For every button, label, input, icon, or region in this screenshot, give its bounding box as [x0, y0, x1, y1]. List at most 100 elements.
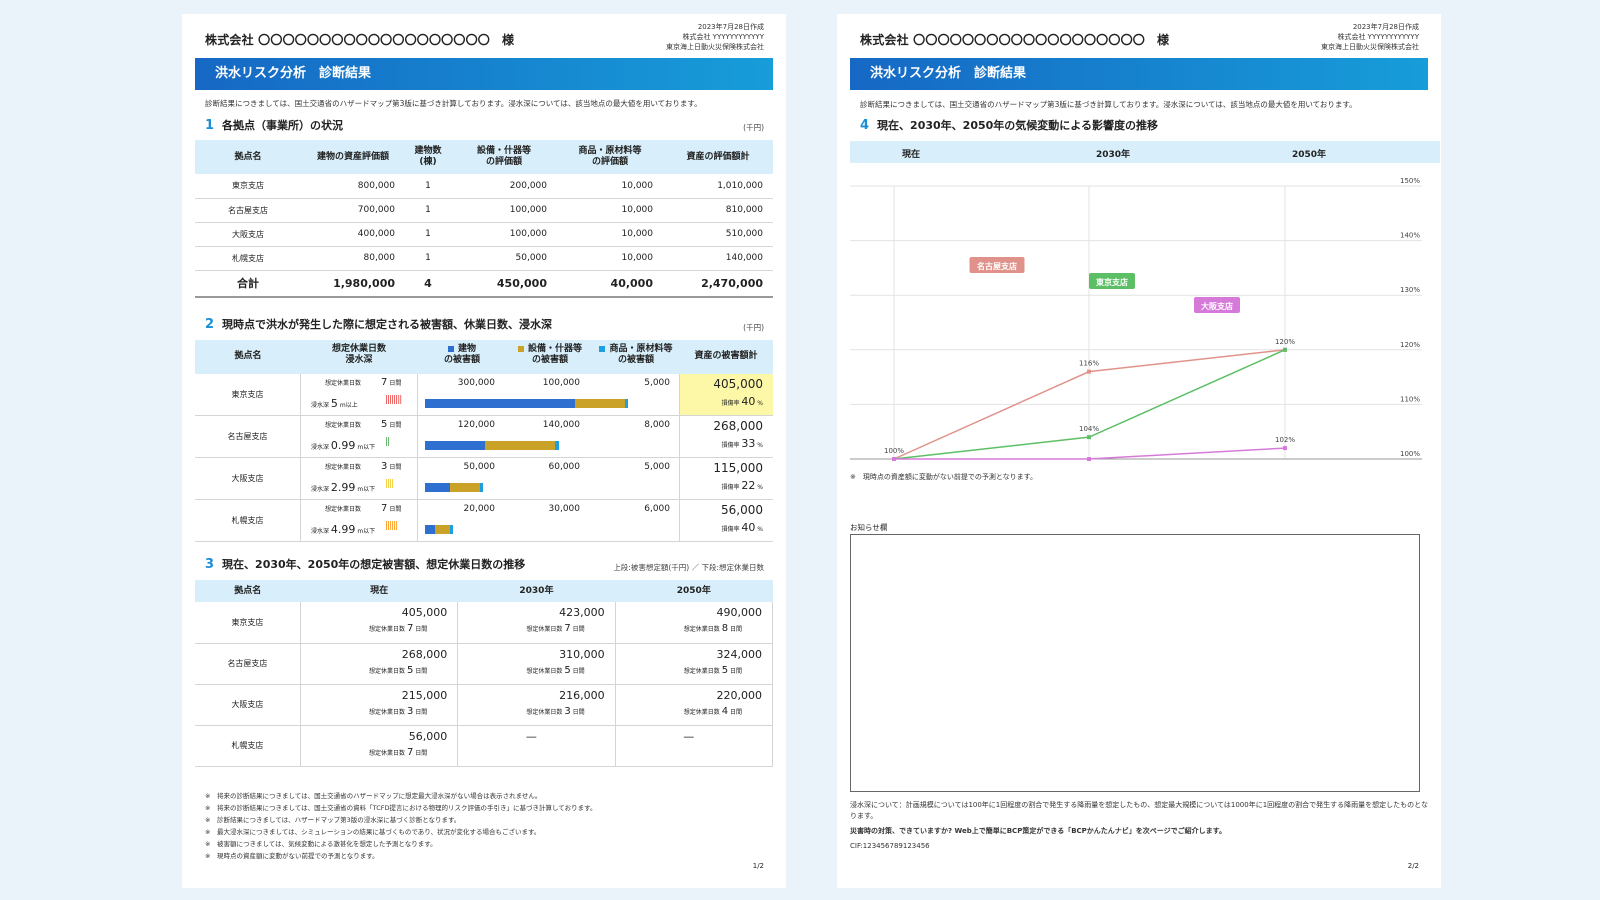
- closure-days: 想定休業日数 5 日間: [683, 664, 742, 676]
- closure-days: 想定休業日数 7 日間: [369, 623, 428, 634]
- trend-cell: 423,000 想定休業日数 7 日間: [457, 602, 616, 644]
- issuer-block: 2023年7月28日作成 株式会社 YYYYYYYYYYYY 東京海上日動火災保…: [1321, 22, 1419, 52]
- intro-text: 診断結果につきましては、国土交通省のハザードマップ第3版に基づき計算しております…: [205, 99, 702, 108]
- series-name: 東京支店: [1096, 277, 1128, 287]
- note-item: ※ 診断結果につきましては、ハザードマップ第3版の浸水深に基づく診断となります。: [205, 816, 461, 824]
- table-cell: 1,010,000: [663, 174, 773, 199]
- report-page-2: 株式会社 〇〇〇〇〇〇〇〇〇〇〇〇〇〇〇〇〇〇〇様 2023年7月28日作成 株…: [837, 14, 1441, 888]
- damage-amount: 56,000: [408, 729, 448, 743]
- column-header: 2050年: [615, 580, 773, 602]
- table-cell: 80,000: [301, 246, 405, 271]
- damage-amount: 490,000: [716, 606, 763, 619]
- section-2-title: 2 現時点で洪水が発生した際に想定される被害額、休業日数、浸水深: [205, 317, 553, 332]
- section-1-unit: (千円): [743, 123, 764, 132]
- column-header: 商品・原材料等 の被害額: [593, 344, 679, 366]
- damage-rate: 損傷率 40 %: [721, 395, 763, 408]
- trend-cell: 220,000 想定休業日数 4 日間: [615, 684, 774, 726]
- data-label: 104%: [1079, 425, 1099, 433]
- damage-amount: 215,000: [401, 688, 448, 702]
- total-amount: 56,000: [721, 503, 763, 517]
- damage-total: 405,000 損傷率 40 %: [679, 374, 773, 415]
- chart-col-2050: 2050年: [1292, 150, 1327, 160]
- closure-days: 想定休業日数 5 日間: [325, 419, 402, 430]
- damage-bar-bldg: [425, 483, 450, 492]
- closure-days: 想定休業日数 7 日間: [369, 746, 428, 758]
- table-row: 東京支店 800,000 1 200,000 10,000 1,010,000: [195, 174, 773, 199]
- damage-rate: 損傷率 40 %: [721, 521, 763, 534]
- table-cell: 1: [405, 198, 451, 223]
- issuer-name: 株式会社 YYYYYYYYYYYY: [682, 33, 764, 41]
- branch-name: 東京支店: [195, 602, 301, 644]
- damage-bar-goods: [625, 399, 628, 408]
- column-header: 商品・原材料等 の評価額: [557, 140, 663, 174]
- table-cell: 100,000: [451, 198, 557, 223]
- damage-bar-goods: [450, 525, 453, 534]
- note-item: ※ 被害額につきましては、気候変動による激甚化を想定した予測となります。: [205, 840, 437, 848]
- damage-amount: —: [525, 729, 537, 743]
- y-tick-label: 140%: [1400, 232, 1420, 240]
- branch-name: 大阪支店: [195, 458, 301, 500]
- y-tick-label: 110%: [1400, 395, 1420, 403]
- damage-bar-equip: [450, 483, 480, 492]
- equipment-damage: 140,000: [542, 420, 580, 430]
- table-row: 札幌支店 80,000 1 50,000 10,000 140,000: [195, 246, 773, 271]
- created-date: 2023年7月28日作成: [1352, 23, 1419, 31]
- column-header: 現在: [300, 580, 458, 602]
- closure-days: 想定休業日数 5 日間: [526, 664, 585, 676]
- damage-bar-bldg: [425, 399, 575, 408]
- page-number: 1/2: [752, 862, 764, 870]
- closure-days: 想定休業日数 7 日間: [526, 623, 585, 634]
- building-damage: 50,000: [463, 462, 496, 472]
- trend-cell: —: [457, 725, 616, 767]
- depth-level-icon: ||||||||: [385, 395, 402, 405]
- column-header: 拠点名: [234, 351, 262, 361]
- damage-amount: 310,000: [559, 647, 605, 661]
- damage-bar-goods: [555, 441, 559, 450]
- legend-swatch: [447, 345, 454, 352]
- total-amount: 115,000: [713, 461, 763, 475]
- data-point: [1283, 347, 1287, 352]
- info-box: [850, 534, 1420, 792]
- damage-amount: 220,000: [716, 688, 763, 702]
- section-1-title: 1 各拠点（事業所）の状況: [205, 118, 344, 133]
- closure-days: 想定休業日数 5 日間: [369, 664, 428, 676]
- data-label: 120%: [1275, 338, 1295, 346]
- column-header: 建物数 (棟): [405, 140, 451, 174]
- legend-swatch: [517, 345, 524, 352]
- table-cell: 450,000: [451, 269, 557, 298]
- note-item: ※ 最大浸水深につきましては、シミュレーションの結果に基づくものであり、状況が変…: [205, 828, 541, 836]
- column-header: 資産の評価額計: [663, 140, 773, 174]
- data-point: [1283, 446, 1287, 451]
- damage-amount: 216,000: [559, 688, 605, 702]
- table-cell: 200,000: [451, 174, 557, 199]
- report-banner: 洪水リスク分析 診断結果: [850, 58, 1428, 90]
- table-cell: 40,000: [557, 269, 663, 298]
- column-header: 資産の被害額計: [694, 351, 758, 361]
- divider: [417, 458, 418, 500]
- branch-name: 札幌支店: [195, 500, 301, 542]
- flood-depth: 浸水深 0.99 m以下: [311, 439, 376, 452]
- damage-total: 56,000 損傷率 40 %: [679, 500, 773, 541]
- table-header: 拠点名 建物の資産評価額 建物数 (棟) 設備・什器等 の評価額 商品・原材料等 の評価額 資産…: [195, 140, 773, 174]
- closure-days: 想定休業日数 3 日間: [369, 705, 428, 717]
- divider: [417, 500, 418, 542]
- equipment-damage: 60,000: [548, 462, 581, 472]
- table-row: 大阪支店 400,000 1 100,000 10,000 510,000: [195, 222, 773, 247]
- trend-cell: 215,000 想定休業日数 3 日間: [300, 684, 459, 726]
- trend-cell: 324,000 想定休業日数 5 日間: [615, 643, 774, 685]
- damage-bar-equip: [485, 441, 555, 450]
- created-date: 2023年7月28日作成: [697, 23, 764, 31]
- table-cell: 50,000: [451, 246, 557, 271]
- column-header: 想定休業日数 浸水深: [331, 344, 386, 365]
- table-cell: 810,000: [663, 198, 773, 223]
- damage-bar-goods: [480, 483, 483, 492]
- info-label: お知らせ欄: [850, 523, 888, 532]
- depth-level-icon: ||||||: [385, 521, 398, 531]
- series-name: 名古屋支店: [977, 261, 1017, 271]
- issuer-block: 2023年7月28日作成 株式会社 YYYYYYYYYYYY 東京海上日動火災保…: [666, 22, 764, 52]
- table-cell: 140,000: [663, 246, 773, 271]
- bcp-link[interactable]: 災害時の対策、できていますか? Web上で簡単にBCP策定ができる「BCPかんた…: [850, 826, 1430, 837]
- customer-name: 株式会社 〇〇〇〇〇〇〇〇〇〇〇〇〇〇〇〇〇〇〇様: [205, 33, 515, 47]
- column-header: 2030年: [457, 580, 616, 602]
- table-cell: 大阪支店: [195, 222, 301, 247]
